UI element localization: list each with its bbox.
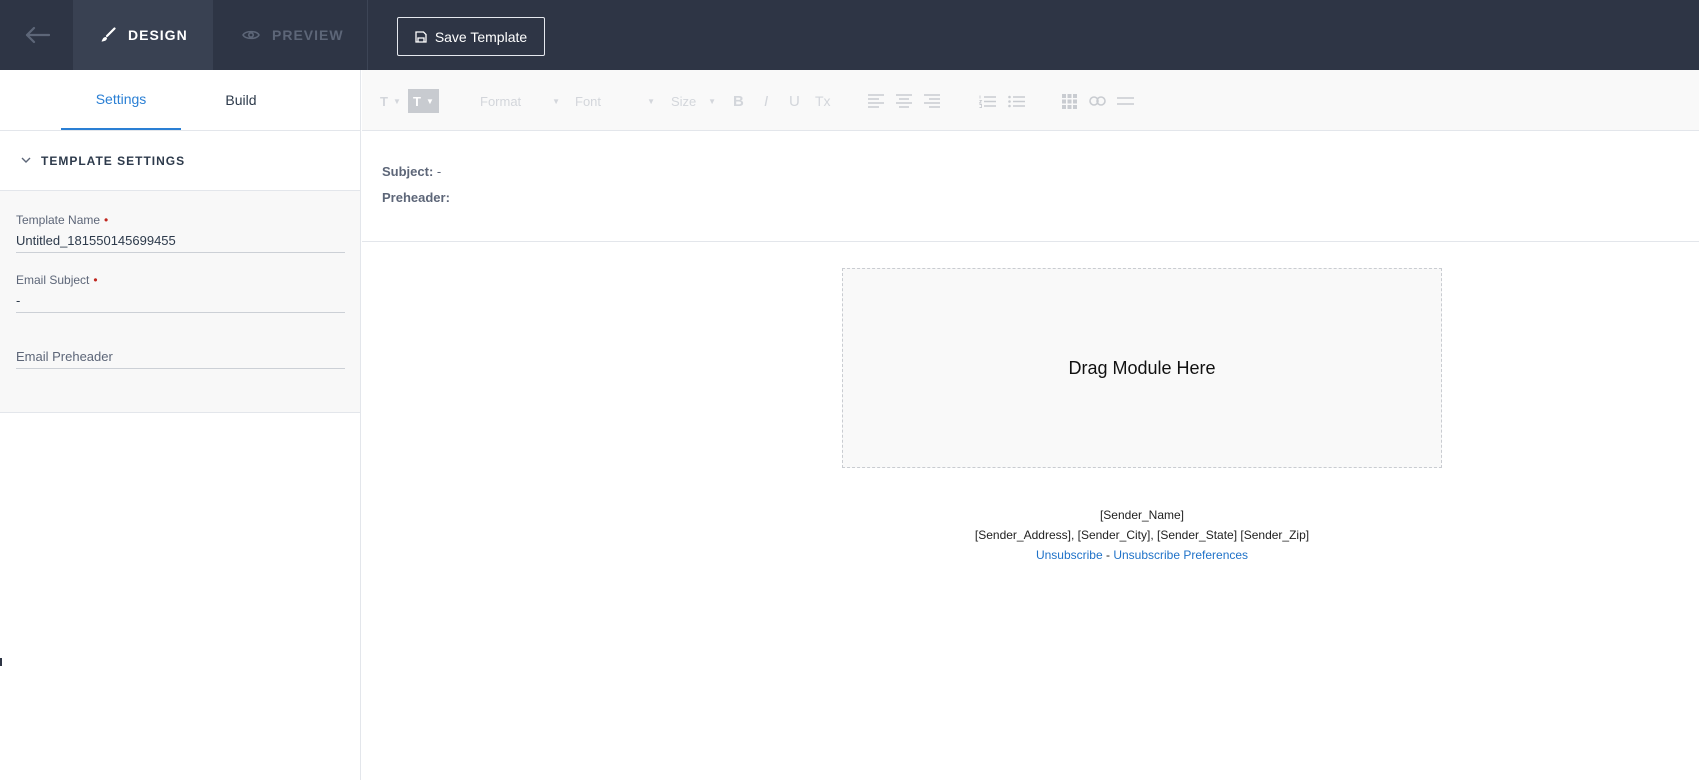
align-center-icon	[896, 94, 912, 108]
email-preheader-input[interactable]: Email Preheader	[16, 349, 345, 368]
edge-marker	[0, 658, 2, 666]
numbered-list-icon	[979, 95, 996, 108]
template-settings-header[interactable]: TEMPLATE SETTINGS	[0, 131, 360, 191]
email-subject-field[interactable]: Email Subject • -	[16, 271, 345, 313]
sender-name: [Sender_Name]	[1099, 508, 1185, 522]
align-left-icon	[868, 94, 884, 108]
template-name-label: Template Name	[16, 213, 101, 227]
text-color-label: T	[380, 93, 388, 109]
link-icon	[1089, 96, 1106, 106]
subject-label: Subject:	[382, 164, 434, 179]
unsubscribe-preferences-link[interactable]: Unsubscribe Preferences	[1113, 548, 1248, 562]
back-button[interactable]	[0, 0, 73, 70]
bullet-list-icon	[1008, 95, 1025, 107]
bold-button[interactable]: B	[733, 89, 744, 113]
size-dropdown[interactable]: Size ▼	[671, 89, 716, 113]
topbar-divider	[367, 0, 368, 70]
link-separator: -	[1105, 548, 1110, 562]
tab-settings[interactable]: Settings	[61, 70, 181, 130]
font-label: Font	[575, 93, 602, 109]
email-subject-label: Email Subject	[16, 273, 90, 287]
horizontal-rule-button[interactable]	[1117, 89, 1134, 113]
bullet-list-button[interactable]	[1008, 89, 1025, 113]
save-template-label: Save Template	[434, 28, 528, 45]
template-name-field[interactable]: Template Name • Untitled_181550145699455	[16, 211, 345, 253]
left-panel: Settings Build TEMPLATE SETTINGS Templat…	[0, 70, 361, 780]
table-grid-icon	[1062, 93, 1077, 109]
section-title: TEMPLATE SETTINGS	[41, 153, 186, 168]
preheader-label: Preheader:	[382, 190, 450, 205]
text-color-dropdown[interactable]: T ▼	[380, 89, 401, 113]
text-background-label: T	[413, 93, 421, 109]
design-tab[interactable]: DESIGN	[73, 0, 213, 70]
preview-tab[interactable]: PREVIEW	[213, 0, 367, 70]
font-dropdown[interactable]: Font ▼	[575, 89, 655, 113]
editor-toolbar: T ▼ T ▼ Format ▼ Font ▼ Size ▼ B I U Tx	[362, 70, 1699, 131]
table-button[interactable]	[1062, 89, 1077, 113]
sender-address: [Sender_Address], [Sender_City], [Sender…	[974, 528, 1310, 542]
chevron-down-icon	[21, 157, 31, 163]
required-marker: •	[104, 213, 109, 227]
dropzone-text: Drag Module Here	[1068, 357, 1216, 378]
align-right-button[interactable]	[924, 89, 940, 113]
brush-icon	[101, 27, 116, 42]
format-label: Format	[480, 93, 522, 109]
subject-row: Subject: -	[382, 164, 1699, 190]
panel-tabs: Settings Build	[0, 70, 360, 131]
numbered-list-button[interactable]	[979, 89, 996, 113]
required-marker: •	[93, 273, 98, 287]
clear-format-button[interactable]: Tx	[815, 89, 831, 113]
size-label: Size	[671, 93, 697, 109]
align-right-icon	[924, 94, 940, 108]
italic-button[interactable]: I	[764, 89, 768, 113]
horizontal-rule-icon	[1117, 97, 1134, 105]
template-name-input[interactable]: Untitled_181550145699455	[16, 233, 345, 252]
unsubscribe-row: Unsubscribe - Unsubscribe Preferences	[842, 545, 1442, 565]
underline-button[interactable]: U	[789, 89, 800, 113]
subject-value: -	[436, 164, 442, 179]
save-template-button[interactable]: Save Template	[397, 17, 545, 56]
preheader-row: Preheader:	[382, 190, 1699, 216]
module-dropzone[interactable]: Drag Module Here	[842, 268, 1442, 468]
text-background-dropdown[interactable]: T ▼	[408, 89, 439, 113]
unsubscribe-link[interactable]: Unsubscribe	[1036, 548, 1103, 562]
align-left-button[interactable]	[868, 89, 884, 113]
link-button[interactable]	[1089, 89, 1106, 113]
save-icon	[415, 30, 427, 43]
arrow-left-icon	[25, 26, 50, 44]
tab-build[interactable]: Build	[181, 70, 301, 130]
email-preheader-field[interactable]: Email Preheader	[16, 349, 345, 369]
eye-icon	[242, 30, 260, 40]
template-settings-body: Template Name • Untitled_181550145699455 …	[0, 191, 360, 413]
email-meta: Subject: - Preheader:	[362, 131, 1699, 242]
top-bar: DESIGN PREVIEW Save Template	[0, 0, 1699, 70]
design-tab-label: DESIGN	[128, 27, 188, 43]
email-footer: [Sender_Name] [Sender_Address], [Sender_…	[842, 505, 1442, 565]
email-subject-input[interactable]: -	[16, 293, 345, 312]
align-center-button[interactable]	[896, 89, 912, 113]
format-dropdown[interactable]: Format ▼	[480, 89, 560, 113]
preview-tab-label: PREVIEW	[272, 27, 344, 43]
